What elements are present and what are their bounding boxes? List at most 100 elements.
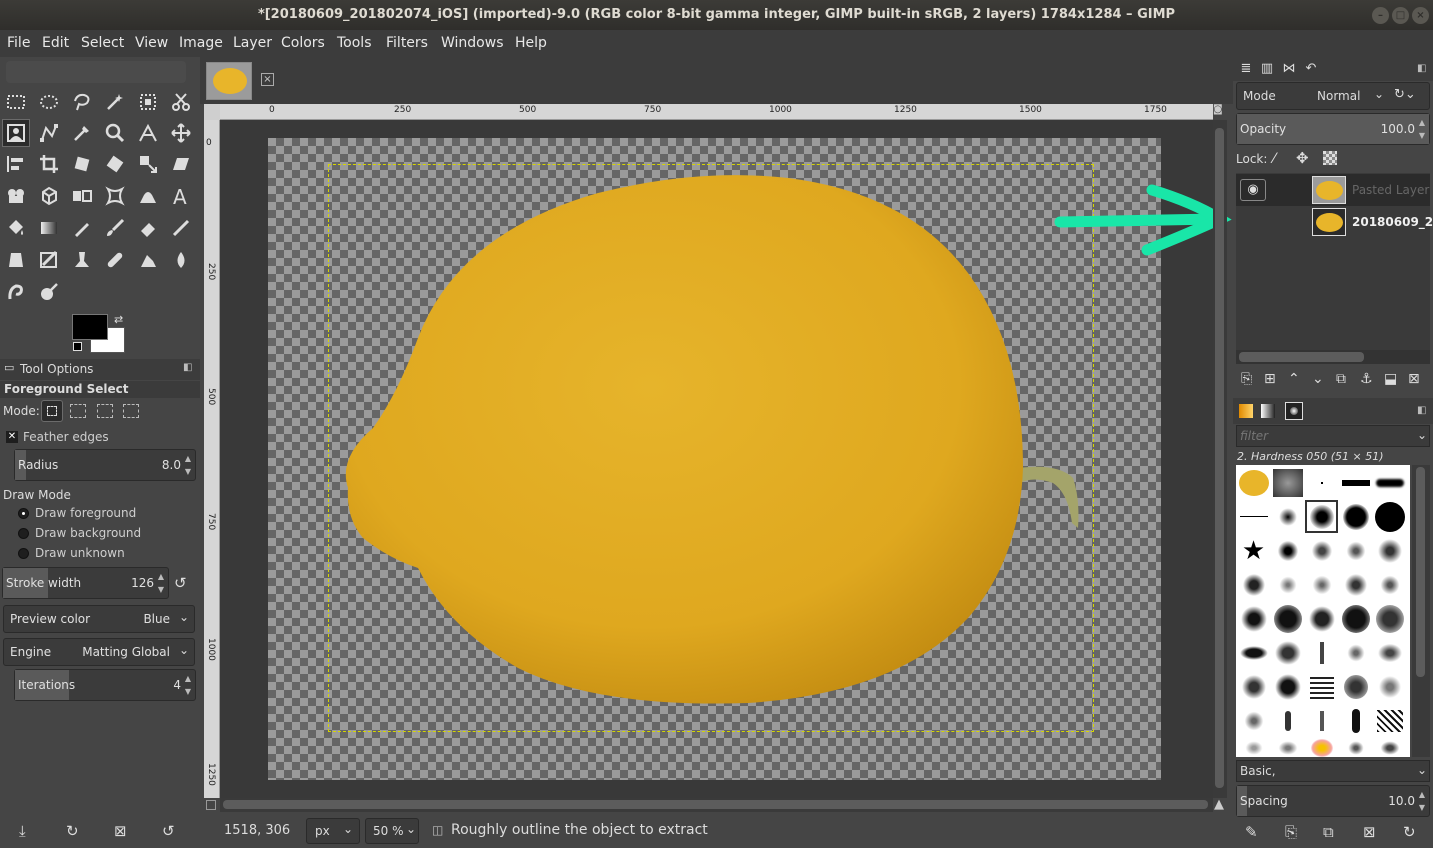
brush-texture[interactable] [1373, 636, 1406, 669]
layer-name[interactable]: Pasted Layer [1352, 183, 1429, 197]
brush-blur-block[interactable] [1373, 466, 1406, 499]
opacity-spinner[interactable]: Opacity 100.0 ▲ ▼ [1236, 113, 1430, 145]
engine-combo[interactable]: Engine Matting Global ⌄ [3, 638, 195, 666]
mode-intersect-button[interactable] [123, 404, 139, 418]
measure-tool[interactable] [134, 119, 162, 147]
undo-history-tab-icon[interactable]: ↶ [1301, 61, 1321, 79]
layer-mode-combo[interactable]: Mode Normal ⌄ ↻⌄ [1236, 82, 1430, 110]
lock-alpha-icon[interactable] [1323, 151, 1337, 165]
scale-tool[interactable] [134, 150, 162, 178]
crop-tool[interactable] [35, 150, 63, 178]
free-select-tool[interactable] [68, 88, 96, 116]
mask-layer-icon[interactable]: ⬓ [1384, 371, 1397, 387]
fuzzy-select-tool[interactable] [101, 88, 129, 116]
brush-hardness-025[interactable] [1271, 500, 1304, 533]
dodge-burn-tool[interactable] [35, 278, 63, 306]
lock-position-icon[interactable]: ✥ [1296, 149, 1309, 167]
anchor-layer-icon[interactable]: ⚓ [1360, 371, 1373, 387]
unit-combo[interactable]: px ⌄ [306, 818, 360, 844]
3d-transform-tool[interactable] [35, 182, 63, 210]
spacing-stepper-icon[interactable]: ▲ ▼ [1417, 788, 1427, 816]
brush-texture[interactable] [1305, 636, 1338, 669]
duplicate-layer-icon[interactable]: ⧉ [1336, 371, 1346, 387]
maximize-icon[interactable]: □ [1392, 7, 1409, 24]
heal-tool[interactable] [101, 246, 129, 274]
layers-scroll-thumb[interactable] [1239, 352, 1364, 362]
new-layer-icon[interactable]: ⎘ [1241, 371, 1252, 387]
perspective-clone-tool[interactable] [134, 246, 162, 274]
brush-hardness-050-selected[interactable] [1305, 500, 1338, 533]
menu-windows[interactable]: Windows [441, 35, 504, 51]
menu-edit[interactable]: Edit [42, 35, 69, 51]
mode-subtract-button[interactable] [97, 404, 113, 418]
layers-scrollbar[interactable] [1236, 350, 1430, 364]
brush-texture[interactable] [1373, 738, 1406, 758]
gradient-tool[interactable] [35, 214, 63, 242]
brushes-tab-icon[interactable] [1239, 404, 1253, 418]
navigate-icon[interactable]: ▲ [1214, 797, 1224, 812]
mypaint-brush-tool[interactable] [35, 246, 63, 274]
swap-colors-icon[interactable]: ⇄ [114, 313, 123, 326]
channels-tab-icon[interactable]: ▥ [1257, 61, 1277, 79]
close-tab-icon[interactable]: × [261, 73, 274, 86]
brush-grunge[interactable] [1339, 534, 1372, 567]
close-icon[interactable]: × [1412, 7, 1429, 24]
paths-tab-icon[interactable]: ⋈ [1279, 61, 1299, 79]
vertical-scrollbar[interactable] [1213, 120, 1227, 798]
paths-tool[interactable] [35, 119, 63, 147]
gradients-tab-icon[interactable] [1261, 404, 1275, 418]
lock-pixels-icon[interactable]: ⁄ [1273, 151, 1275, 167]
brush-texture[interactable] [1271, 602, 1304, 635]
brush-texture[interactable] [1271, 704, 1304, 737]
brush-texture[interactable] [1339, 738, 1372, 758]
airbrush-tool[interactable] [167, 214, 195, 242]
ruler-horizontal[interactable]: 0 250 500 750 1000 1250 1500 1750 [220, 104, 1213, 120]
lower-layer-icon[interactable]: ⌄ [1312, 371, 1324, 387]
blur-tool[interactable] [167, 246, 195, 274]
shear-tool[interactable] [167, 150, 195, 178]
brush-texture[interactable] [1237, 704, 1270, 737]
draw-background-radio[interactable] [18, 528, 29, 539]
new-layer-group-icon[interactable]: ⊞ [1264, 371, 1276, 387]
raise-layer-icon[interactable]: ⌃ [1288, 371, 1300, 387]
menu-help[interactable]: Help [515, 35, 547, 51]
brush-texture[interactable] [1237, 602, 1270, 635]
brush-texture[interactable] [1305, 738, 1338, 758]
pencil-tool[interactable] [68, 214, 96, 242]
mode-replace-button[interactable] [41, 400, 63, 422]
radius-spinner[interactable]: Radius 8.0 ▲ ▼ [14, 449, 196, 481]
ruler-corner[interactable] [204, 104, 220, 120]
brush-texture[interactable] [1373, 704, 1406, 737]
brush-texture[interactable] [1339, 636, 1372, 669]
panel-menu-icon[interactable]: ◧ [183, 362, 192, 373]
perspective-tool[interactable] [134, 182, 162, 210]
scissors-select-tool[interactable] [167, 88, 195, 116]
layer-row[interactable]: 20180609_20 [1236, 206, 1433, 238]
brush-texture[interactable] [1373, 670, 1406, 703]
preview-color-combo[interactable]: Preview color Blue ⌄ [3, 605, 195, 633]
brush-texture[interactable] [1271, 738, 1304, 758]
minimize-icon[interactable]: – [1372, 7, 1389, 24]
restore-preset-icon[interactable]: ↻ [66, 822, 79, 840]
unified-transform-tool[interactable] [68, 150, 96, 178]
delete-brush-icon[interactable]: ⊠ [1363, 823, 1376, 841]
flip-tool[interactable] [68, 182, 96, 210]
brush-acrylic[interactable] [1271, 534, 1304, 567]
bucket-fill-tool[interactable] [2, 214, 30, 242]
brush-splatter[interactable] [1373, 534, 1406, 567]
brush-block[interactable] [1339, 466, 1372, 499]
move-tool[interactable] [167, 119, 195, 147]
iterations-stepper-icon[interactable]: ▲ ▼ [183, 672, 193, 700]
eye-visibility-icon[interactable]: ◉ [1240, 179, 1266, 201]
brush-texture[interactable] [1339, 568, 1372, 601]
menu-tools[interactable]: Tools [337, 35, 372, 51]
brush-texture[interactable] [1237, 738, 1270, 758]
smudge-tool[interactable] [2, 278, 30, 306]
brush-texture[interactable] [1237, 670, 1270, 703]
clone-tool[interactable] [68, 246, 96, 274]
stroke-width-stepper-icon[interactable]: ▲ ▼ [156, 570, 166, 598]
patterns-tab-icon[interactable] [1285, 402, 1303, 420]
reset-to-defaults-icon[interactable]: ↺ [162, 822, 175, 840]
brush-preset-combo[interactable]: Basic, ⌄ [1236, 760, 1430, 782]
brush-texture[interactable] [1305, 602, 1338, 635]
